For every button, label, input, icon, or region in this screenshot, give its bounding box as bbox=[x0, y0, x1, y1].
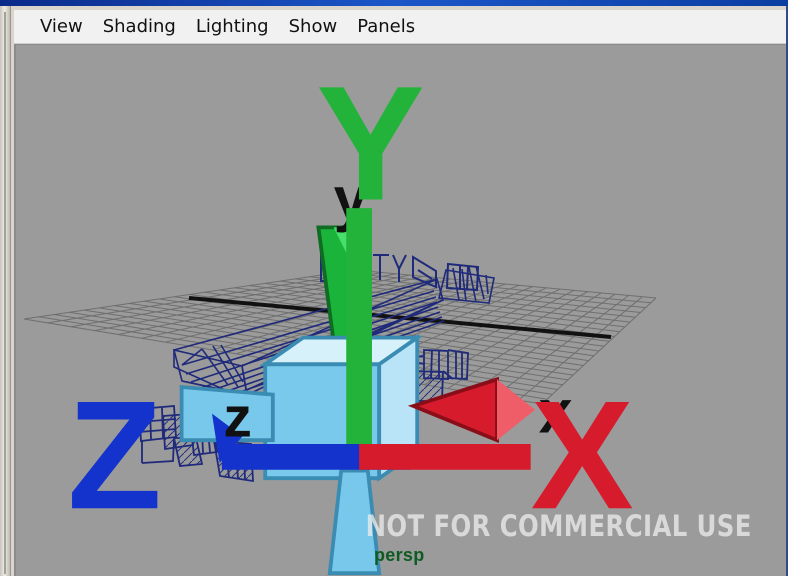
axis-z-label: Z bbox=[67, 368, 161, 541]
camera-name-label: persp bbox=[374, 545, 425, 565]
menu-shading[interactable]: Shading bbox=[93, 10, 186, 44]
3d-viewport[interactable]: y x z Y Z X NOT FOR COMMERCIAL USE persp bbox=[14, 44, 786, 576]
menu-panels[interactable]: Panels bbox=[347, 10, 425, 44]
maya-viewport-window: View Shading Lighting Show Panels y x z … bbox=[0, 0, 788, 576]
menu-lighting[interactable]: Lighting bbox=[186, 10, 279, 44]
axis-y-label: Y bbox=[316, 51, 425, 234]
axis-indicator: Y Z X bbox=[67, 51, 633, 541]
menu-show[interactable]: Show bbox=[279, 10, 348, 44]
watermark-text: NOT FOR COMMERCIAL USE bbox=[365, 509, 752, 543]
menu-view[interactable]: View bbox=[30, 10, 93, 44]
left-panel-strip bbox=[0, 6, 11, 576]
viewport-menu-bar: View Shading Lighting Show Panels bbox=[14, 10, 786, 44]
left-strip-divider bbox=[4, 12, 6, 574]
window-top-border bbox=[0, 0, 788, 6]
